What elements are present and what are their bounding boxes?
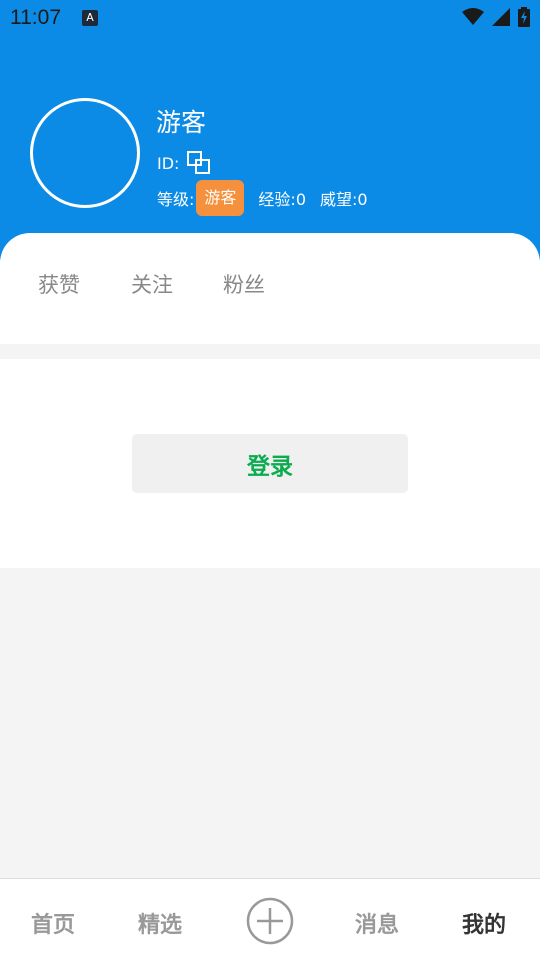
experience-value: 经验:0	[258, 190, 306, 209]
nav-featured[interactable]: 精选	[138, 907, 182, 939]
battery-charging-icon	[518, 7, 530, 27]
nav-messages[interactable]: 消息	[355, 907, 399, 939]
status-bar: 11:07 A	[0, 0, 540, 36]
id-row: ID:	[157, 149, 213, 177]
bottom-nav: 首页 精选 消息 我的	[0, 878, 540, 960]
stat-fans[interactable]: 粉丝	[223, 269, 265, 299]
stat-likes[interactable]: 获赞	[38, 269, 80, 299]
app-notification-icon: A	[82, 10, 98, 26]
plus-circle-icon[interactable]	[246, 897, 294, 945]
stats-card: 获赞 关注 粉丝	[0, 233, 540, 344]
stat-following[interactable]: 关注	[131, 269, 173, 299]
status-icons	[462, 7, 530, 27]
status-time: 11:07	[10, 6, 61, 29]
login-button[interactable]: 登录	[132, 434, 408, 493]
signal-icon	[492, 8, 510, 26]
nav-mine[interactable]: 我的	[462, 907, 506, 939]
profile-meta-row: 等级: 游客 经验:0 威望:0	[157, 180, 368, 216]
prestige-value: 威望:0	[320, 190, 368, 209]
id-label: ID:	[157, 153, 180, 173]
level-label: 等级:	[157, 190, 195, 209]
login-section: 登录	[0, 359, 540, 568]
wifi-icon	[462, 8, 484, 25]
username: 游客	[156, 108, 207, 137]
level-badge: 游客	[196, 180, 245, 216]
copy-icon[interactable]	[185, 149, 213, 177]
avatar[interactable]	[30, 98, 140, 208]
nav-home[interactable]: 首页	[31, 907, 75, 939]
